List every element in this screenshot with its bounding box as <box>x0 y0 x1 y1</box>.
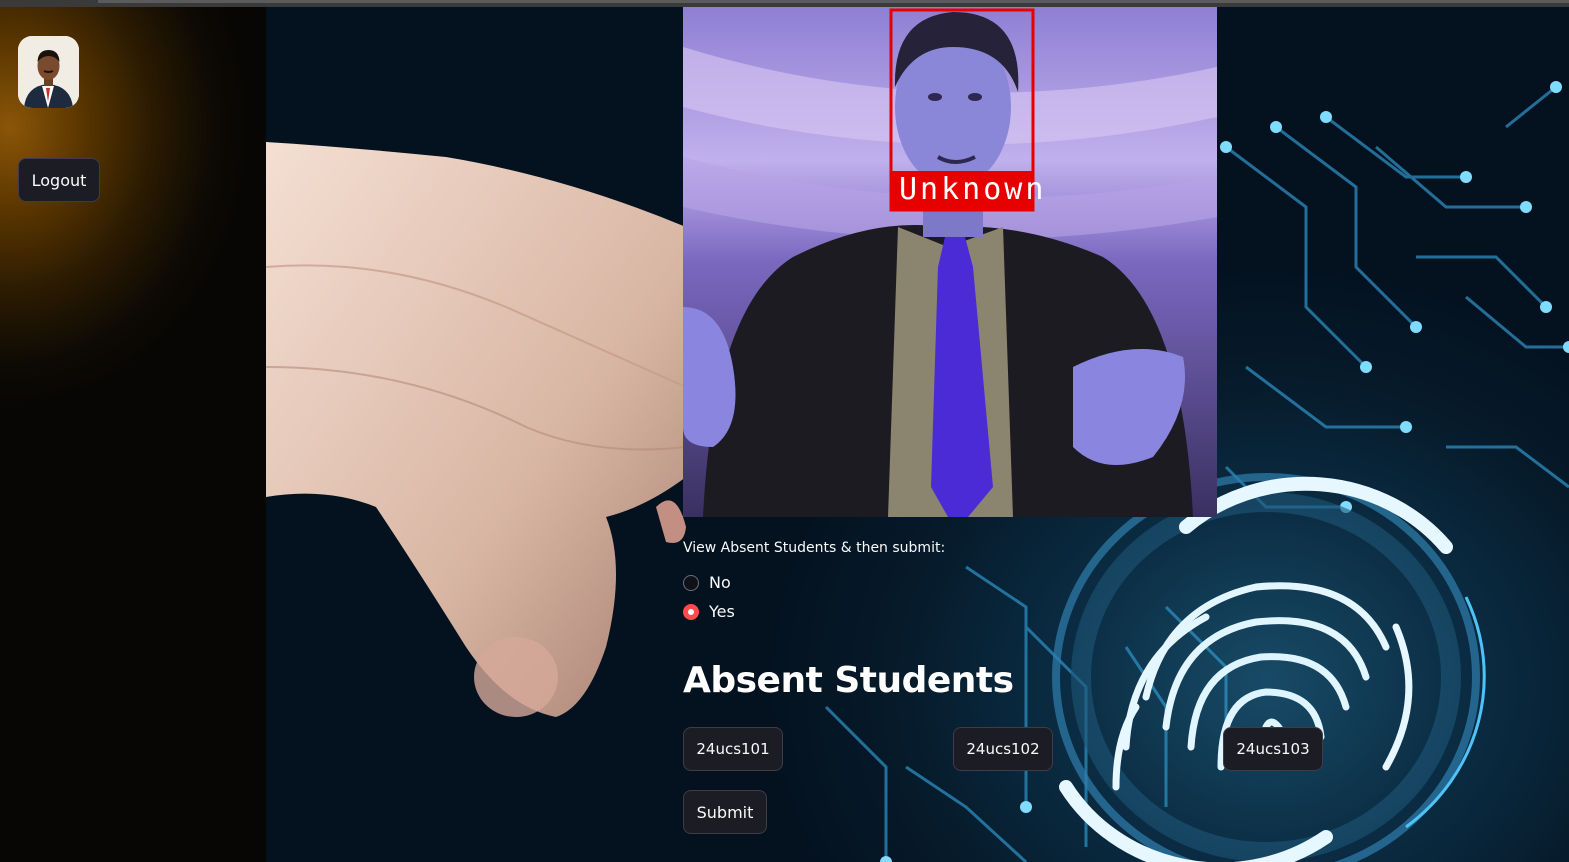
browser-top-bar <box>0 0 1569 7</box>
absent-students-heading: Absent Students <box>683 660 1014 701</box>
submit-button[interactable]: Submit <box>683 790 767 834</box>
radio-option-label: No <box>709 573 731 592</box>
sidebar: Logout <box>0 7 266 862</box>
radio-unchecked-icon[interactable] <box>683 574 699 591</box>
student-button-24ucs101[interactable]: 24ucs101 <box>683 727 783 771</box>
user-avatar-icon <box>18 36 79 108</box>
face-detection-label: Unknown <box>899 172 1047 207</box>
radio-checked-icon[interactable] <box>683 603 699 620</box>
student-button-24ucs102[interactable]: 24ucs102 <box>953 727 1053 771</box>
student-button-24ucs103[interactable]: 24ucs103 <box>1223 727 1323 771</box>
logout-button[interactable]: Logout <box>18 158 100 202</box>
radio-option-yes[interactable]: Yes <box>683 602 735 621</box>
main-content: Unknown <box>266 7 1569 862</box>
webcam-capture-image: Unknown <box>683 7 1217 517</box>
browser-tab-strip <box>98 0 1569 3</box>
radio-option-no[interactable]: No <box>683 573 731 592</box>
radio-option-label: Yes <box>709 602 735 621</box>
absent-view-prompt: View Absent Students & then submit: <box>683 540 946 556</box>
